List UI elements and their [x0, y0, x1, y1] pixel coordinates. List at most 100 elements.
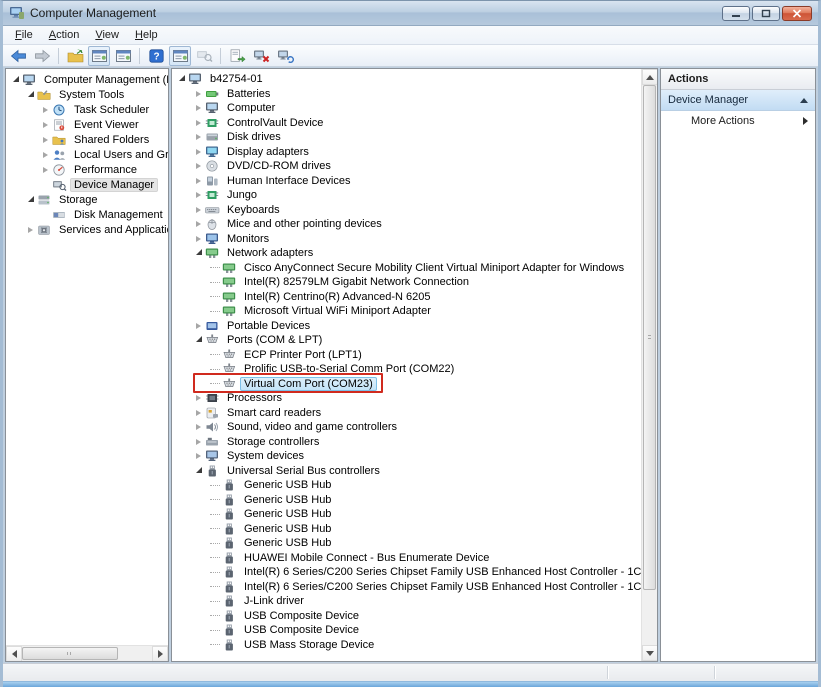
tree-item-network-adapters[interactable]: Network adapters — [172, 246, 641, 261]
collapse-expander-icon[interactable] — [193, 248, 204, 259]
tree-item-usb-mass-storage-device[interactable]: USB Mass Storage Device — [172, 638, 641, 653]
tree-item-intel-r-82579lm-gigabit-network-connecti[interactable]: Intel(R) 82579LM Gigabit Network Connect… — [172, 275, 641, 290]
expand-expander-icon[interactable] — [25, 224, 36, 235]
collapse-expander-icon[interactable] — [25, 194, 36, 205]
tree-item-ports-com-lpt[interactable]: Ports (COM & LPT) — [172, 333, 641, 348]
scroll-up-button[interactable] — [642, 69, 658, 85]
scan-hardware-changes-button[interactable] — [274, 46, 296, 66]
tree-item-system-devices[interactable]: System devices — [172, 449, 641, 464]
tree-item-universal-serial-bus-controllers[interactable]: Universal Serial Bus controllers — [172, 464, 641, 479]
left-pane-horizontal-scrollbar[interactable] — [6, 645, 168, 661]
show-window-button[interactable] — [169, 46, 191, 66]
expand-expander-icon[interactable] — [193, 117, 204, 128]
tree-item-keyboards[interactable]: Keyboards — [172, 203, 641, 218]
menu-help[interactable]: Help — [127, 27, 166, 43]
horizontal-scroll-thumb[interactable] — [22, 647, 118, 660]
tree-item-prolific-usb-to-serial-comm-port-com22[interactable]: Prolific USB-to-Serial Comm Port (COM22) — [172, 362, 641, 377]
expand-expander-icon[interactable] — [40, 149, 51, 160]
expand-expander-icon[interactable] — [193, 88, 204, 99]
expand-expander-icon[interactable] — [193, 407, 204, 418]
expand-expander-icon[interactable] — [193, 219, 204, 230]
tree-item-system-tools[interactable]: System Tools — [6, 87, 168, 102]
expand-expander-icon[interactable] — [193, 175, 204, 186]
tree-item-generic-usb-hub[interactable]: Generic USB Hub — [172, 478, 641, 493]
tree-item-task-scheduler[interactable]: Task Scheduler — [6, 102, 168, 117]
forward-button[interactable] — [31, 46, 53, 66]
maximize-button[interactable] — [752, 6, 780, 21]
tree-item-usb-composite-device[interactable]: USB Composite Device — [172, 609, 641, 624]
minimize-button[interactable] — [722, 6, 750, 21]
scan-button[interactable] — [193, 46, 215, 66]
expand-expander-icon[interactable] — [193, 393, 204, 404]
tree-item-human-interface-devices[interactable]: Human Interface Devices — [172, 174, 641, 189]
show-console-tree-button[interactable] — [64, 46, 86, 66]
tree-item-performance[interactable]: Performance — [6, 162, 168, 177]
collapse-expander-icon[interactable] — [176, 74, 187, 85]
tree-item-disk-management[interactable]: Disk Management — [6, 207, 168, 222]
help-button[interactable]: ? — [145, 46, 167, 66]
uninstall-device-button[interactable] — [250, 46, 272, 66]
tree-item-batteries[interactable]: Batteries — [172, 87, 641, 102]
vertical-scroll-thumb[interactable] — [643, 85, 656, 590]
scroll-left-button[interactable] — [6, 646, 22, 662]
expand-expander-icon[interactable] — [193, 204, 204, 215]
tree-item-shared-folders[interactable]: Shared Folders — [6, 132, 168, 147]
tree-item-huawei-mobile-connect-bus-enumerate-devi[interactable]: HUAWEI Mobile Connect - Bus Enumerate De… — [172, 551, 641, 566]
collapse-expander-icon[interactable] — [25, 89, 36, 100]
tree-item-j-link-driver[interactable]: J-Link driver — [172, 594, 641, 609]
tree-item-computer[interactable]: Computer — [172, 101, 641, 116]
tree-item-intel-r-6-series-c200-series-chipset-fam[interactable]: Intel(R) 6 Series/C200 Series Chipset Fa… — [172, 565, 641, 580]
expand-expander-icon[interactable] — [40, 119, 51, 130]
tree-item-generic-usb-hub[interactable]: Generic USB Hub — [172, 493, 641, 508]
tree-item-b42754-01[interactable]: b42754-01 — [172, 72, 641, 87]
more-actions-item[interactable]: More Actions — [661, 111, 815, 130]
scroll-down-button[interactable] — [642, 645, 658, 661]
tree-item-disk-drives[interactable]: Disk drives — [172, 130, 641, 145]
expand-expander-icon[interactable] — [193, 436, 204, 447]
tree-item-services-and-applications[interactable]: Services and Applications — [6, 222, 168, 237]
menu-file[interactable]: File — [7, 27, 41, 43]
collapse-expander-icon[interactable] — [193, 335, 204, 346]
collapse-expander-icon[interactable] — [193, 465, 204, 476]
collapse-section-icon[interactable] — [800, 94, 808, 103]
expand-expander-icon[interactable] — [193, 132, 204, 143]
tree-item-intel-r-6-series-c200-series-chipset-fam[interactable]: Intel(R) 6 Series/C200 Series Chipset Fa… — [172, 580, 641, 595]
update-driver-button[interactable] — [226, 46, 248, 66]
tree-item-virtual-com-port-com23[interactable]: Virtual Com Port (COM23) — [172, 377, 641, 392]
expand-expander-icon[interactable] — [193, 161, 204, 172]
collapse-expander-icon[interactable] — [10, 74, 21, 85]
tree-item-storage[interactable]: Storage — [6, 192, 168, 207]
tree-item-processors[interactable]: Processors — [172, 391, 641, 406]
tree-item-cisco-anyconnect-secure-mobility-client-[interactable]: Cisco AnyConnect Secure Mobility Client … — [172, 261, 641, 276]
tree-item-ecp-printer-port-lpt1[interactable]: ECP Printer Port (LPT1) — [172, 348, 641, 363]
tree-item-usb-composite-device[interactable]: USB Composite Device — [172, 623, 641, 638]
tree-item-monitors[interactable]: Monitors — [172, 232, 641, 247]
tree-item-smart-card-readers[interactable]: Smart card readers — [172, 406, 641, 421]
actions-section-device-manager[interactable]: Device Manager — [661, 90, 815, 111]
expand-expander-icon[interactable] — [193, 422, 204, 433]
close-button[interactable] — [782, 6, 812, 21]
tree-item-mice-and-other-pointing-devices[interactable]: Mice and other pointing devices — [172, 217, 641, 232]
expand-expander-icon[interactable] — [40, 134, 51, 145]
tree-item-display-adapters[interactable]: Display adapters — [172, 145, 641, 160]
tree-item-event-viewer[interactable]: Event Viewer — [6, 117, 168, 132]
tree-item-dvd-cd-rom-drives[interactable]: DVD/CD-ROM drives — [172, 159, 641, 174]
tree-item-computer-management-local[interactable]: Computer Management (Local — [6, 72, 168, 87]
expand-expander-icon[interactable] — [193, 320, 204, 331]
tree-item-local-users-and-groups[interactable]: Local Users and Groups — [6, 147, 168, 162]
device-tree-vertical-scrollbar[interactable] — [641, 69, 657, 661]
properties-button[interactable] — [112, 46, 134, 66]
tree-item-jungo[interactable]: Jungo — [172, 188, 641, 203]
expand-expander-icon[interactable] — [40, 164, 51, 175]
menu-action[interactable]: Action — [41, 27, 88, 43]
expand-expander-icon[interactable] — [193, 146, 204, 157]
tree-item-sound-video-and-game-controllers[interactable]: Sound, video and game controllers — [172, 420, 641, 435]
tree-item-portable-devices[interactable]: Portable Devices — [172, 319, 641, 334]
tree-item-device-manager[interactable]: Device Manager — [6, 177, 168, 192]
scroll-right-button[interactable] — [152, 646, 168, 662]
tree-item-generic-usb-hub[interactable]: Generic USB Hub — [172, 522, 641, 537]
tree-item-controlvault-device[interactable]: ControlVault Device — [172, 116, 641, 131]
tree-item-generic-usb-hub[interactable]: Generic USB Hub — [172, 507, 641, 522]
menu-view[interactable]: View — [87, 27, 127, 43]
expand-expander-icon[interactable] — [193, 233, 204, 244]
